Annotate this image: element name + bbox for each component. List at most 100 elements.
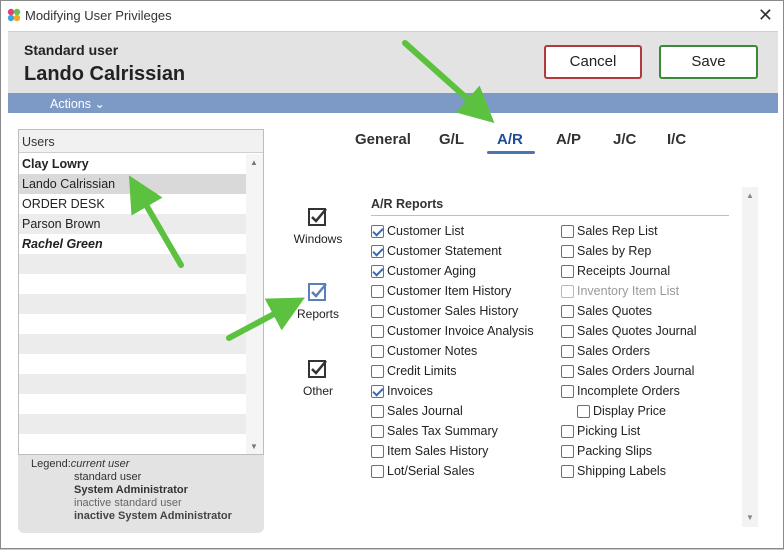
legend-label: Legend: xyxy=(31,458,71,470)
checkbox-label: Sales Orders xyxy=(577,344,650,358)
unchecked-checkbox[interactable] xyxy=(371,285,384,298)
category-reports[interactable]: Reports xyxy=(288,280,348,321)
checkbox-label: Customer Item History xyxy=(387,284,512,298)
scroll-up-icon[interactable]: ▲ xyxy=(250,158,258,167)
save-button[interactable]: Save xyxy=(659,45,758,79)
unchecked-checkbox[interactable] xyxy=(561,305,574,318)
close-icon[interactable]: ✕ xyxy=(758,4,773,26)
checked-checkbox[interactable] xyxy=(371,265,384,278)
unchecked-checkbox[interactable] xyxy=(577,405,590,418)
checkbox-label: Customer List xyxy=(387,224,465,238)
unchecked-checkbox[interactable] xyxy=(561,465,574,478)
checked-checkbox[interactable] xyxy=(371,245,384,258)
privileges-window: Modifying User Privileges ✕ Standard use… xyxy=(0,0,784,549)
unchecked-checkbox xyxy=(561,285,574,298)
unchecked-checkbox[interactable] xyxy=(561,345,574,358)
checkbox-label: Inventory Item List xyxy=(577,284,680,298)
category-reports-label: Reports xyxy=(296,307,340,321)
checked-checkbox[interactable] xyxy=(371,225,384,238)
unchecked-checkbox[interactable] xyxy=(561,425,574,438)
checkbox-label: Receipts Journal xyxy=(577,264,671,278)
checkbox-label: Sales Journal xyxy=(387,404,463,418)
empty-list-row[interactable] xyxy=(19,414,246,434)
checkbox-label: Shipping Labels xyxy=(577,464,666,478)
user-list-item[interactable]: Clay Lowry xyxy=(19,154,246,174)
empty-list-row[interactable] xyxy=(19,434,246,454)
checkbox-windows-icon xyxy=(308,208,327,226)
unchecked-checkbox[interactable] xyxy=(561,225,574,238)
tab-ar[interactable]: A/R xyxy=(497,131,523,148)
empty-list-row[interactable] xyxy=(19,274,246,294)
unchecked-checkbox[interactable] xyxy=(561,265,574,278)
tab-general[interactable]: General xyxy=(355,131,411,148)
empty-list-row[interactable] xyxy=(19,334,246,354)
unchecked-checkbox[interactable] xyxy=(371,445,384,458)
checkbox-label: Customer Notes xyxy=(387,344,478,358)
unchecked-checkbox[interactable] xyxy=(371,345,384,358)
category-windows-label: Windows xyxy=(293,232,343,246)
unchecked-checkbox[interactable] xyxy=(371,325,384,338)
legend: Legend:current user standard user System… xyxy=(31,458,232,523)
scroll-down-icon[interactable]: ▼ xyxy=(746,513,754,522)
checkbox-label: Customer Invoice Analysis xyxy=(387,324,534,338)
unchecked-checkbox[interactable] xyxy=(371,425,384,438)
tab-ic[interactable]: I/C xyxy=(667,131,686,148)
unchecked-checkbox[interactable] xyxy=(371,465,384,478)
unchecked-checkbox[interactable] xyxy=(561,385,574,398)
category-windows[interactable]: Windows xyxy=(288,205,348,246)
category-other-label: Other xyxy=(302,384,333,398)
checkbox-label: Display Price xyxy=(593,404,666,418)
unchecked-checkbox[interactable] xyxy=(371,405,384,418)
tab-gl[interactable]: G/L xyxy=(439,131,464,148)
empty-list-row[interactable] xyxy=(19,294,246,314)
user-list-item[interactable]: Parson Brown xyxy=(19,214,246,234)
scroll-up-icon[interactable]: ▲ xyxy=(746,191,754,200)
unchecked-checkbox[interactable] xyxy=(561,365,574,378)
legend-standard: standard user xyxy=(74,471,142,483)
checked-checkbox[interactable] xyxy=(371,385,384,398)
user-list-item[interactable]: Lando Calrissian xyxy=(19,174,246,194)
tab-jc[interactable]: J/C xyxy=(613,131,636,148)
reports-scrollbar[interactable]: ▲ ▼ xyxy=(742,187,758,527)
checkbox-label: Packing Slips xyxy=(577,444,653,458)
checkbox-label: Item Sales History xyxy=(387,444,489,458)
checkbox-label: Customer Aging xyxy=(387,264,476,278)
empty-list-row[interactable] xyxy=(19,394,246,414)
empty-list-row[interactable] xyxy=(19,374,246,394)
checkbox-label: Sales by Rep xyxy=(577,244,652,258)
checkbox-label: Incomplete Orders xyxy=(577,384,680,398)
unchecked-checkbox[interactable] xyxy=(561,245,574,258)
empty-list-row[interactable] xyxy=(19,314,246,334)
checkbox-label: Customer Sales History xyxy=(387,304,519,318)
checkbox-label: Lot/Serial Sales xyxy=(387,464,475,478)
unchecked-checkbox[interactable] xyxy=(371,305,384,318)
user-list-item[interactable]: ORDER DESK xyxy=(19,194,246,214)
user-name: Lando Calrissian xyxy=(24,63,186,85)
empty-list-row[interactable] xyxy=(19,254,246,274)
users-header: Users xyxy=(19,130,263,153)
checkbox-label: Sales Quotes xyxy=(577,304,653,318)
empty-list-row[interactable] xyxy=(19,354,246,374)
actions-menu[interactable]: Actions ⌄ xyxy=(50,96,105,111)
users-panel: Users Clay Lowry Lando Calrissian ORDER DE… xyxy=(18,129,264,533)
checkbox-reports-icon xyxy=(308,283,327,301)
unchecked-checkbox[interactable] xyxy=(561,325,574,338)
checkbox-label: Customer Statement xyxy=(387,244,502,258)
checkbox-label: Sales Rep List xyxy=(577,224,658,238)
users-scrollbar[interactable]: ▲ ▼ xyxy=(246,154,263,454)
users-list: Users Clay Lowry Lando Calrissian ORDER DE… xyxy=(18,129,264,455)
cancel-button[interactable]: Cancel xyxy=(544,45,642,79)
checkbox-label: Picking List xyxy=(577,424,641,438)
legend-inactive-sysadmin: inactive System Administrator xyxy=(74,510,232,522)
unchecked-checkbox[interactable] xyxy=(371,365,384,378)
user-list-item[interactable]: Rachel Green xyxy=(19,234,246,254)
app-logo-icon xyxy=(7,8,21,22)
tab-ap[interactable]: A/P xyxy=(556,131,581,148)
unchecked-checkbox[interactable] xyxy=(561,445,574,458)
checkbox-other-icon xyxy=(308,360,327,378)
checkbox-label: Credit Limits xyxy=(387,364,457,378)
category-other[interactable]: Other xyxy=(288,357,348,398)
user-role: Standard user xyxy=(24,42,119,58)
scroll-down-icon[interactable]: ▼ xyxy=(250,442,258,451)
legend-current: current user xyxy=(70,458,130,470)
